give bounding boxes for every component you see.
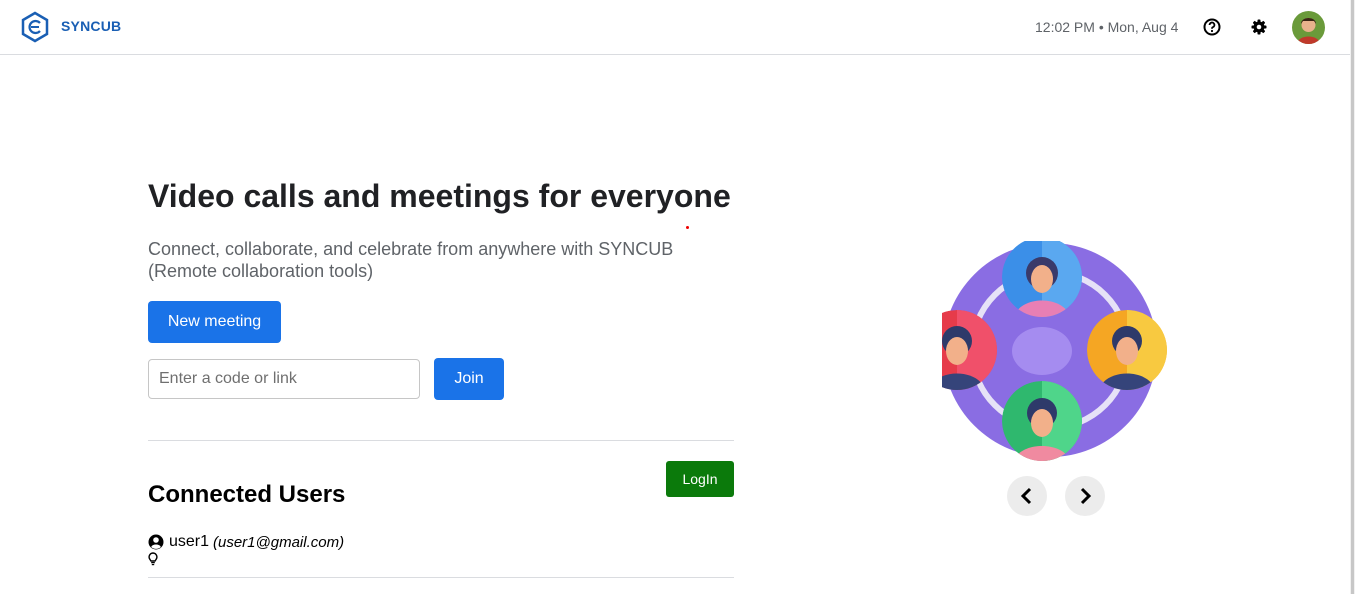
login-button[interactable]: LogIn xyxy=(666,461,734,497)
date-time: 12:02 PM • Mon, Aug 4 xyxy=(1035,19,1179,35)
video-call-illustration xyxy=(942,241,1167,461)
section-divider xyxy=(148,440,734,441)
user-name: user1 xyxy=(169,533,210,550)
join-button[interactable]: Join xyxy=(434,358,504,400)
hero-title: Video calls and meetings for everyone xyxy=(148,178,731,214)
settings-icon[interactable] xyxy=(1249,17,1269,37)
connected-users-title: Connected Users xyxy=(148,481,346,508)
scrollbar-thumb[interactable] xyxy=(1351,0,1354,594)
carousel-prev-button[interactable] xyxy=(1007,476,1047,516)
syncub-logo-icon[interactable] xyxy=(20,11,50,43)
meeting-code-input[interactable] xyxy=(148,359,420,399)
new-meeting-button[interactable]: New meeting xyxy=(148,301,281,343)
user-circle-icon xyxy=(148,534,164,550)
hero-subtitle: Connect, collaborate, and celebrate from… xyxy=(148,239,674,281)
top-bar: SYNCUB 12:02 PM • Mon, Aug 4 xyxy=(0,0,1350,55)
chevron-right-icon xyxy=(1080,487,1092,505)
brand-name: SYNCUB xyxy=(61,18,122,34)
section-divider xyxy=(148,577,734,578)
lightbulb-icon xyxy=(148,552,158,566)
chevron-left-icon xyxy=(1020,487,1032,505)
user-email: (user1@gmail.com) xyxy=(213,534,345,551)
carousel-next-button[interactable] xyxy=(1065,476,1105,516)
red-dot-marker xyxy=(686,226,689,229)
help-icon[interactable] xyxy=(1202,17,1222,37)
user-avatar[interactable] xyxy=(1292,11,1325,44)
